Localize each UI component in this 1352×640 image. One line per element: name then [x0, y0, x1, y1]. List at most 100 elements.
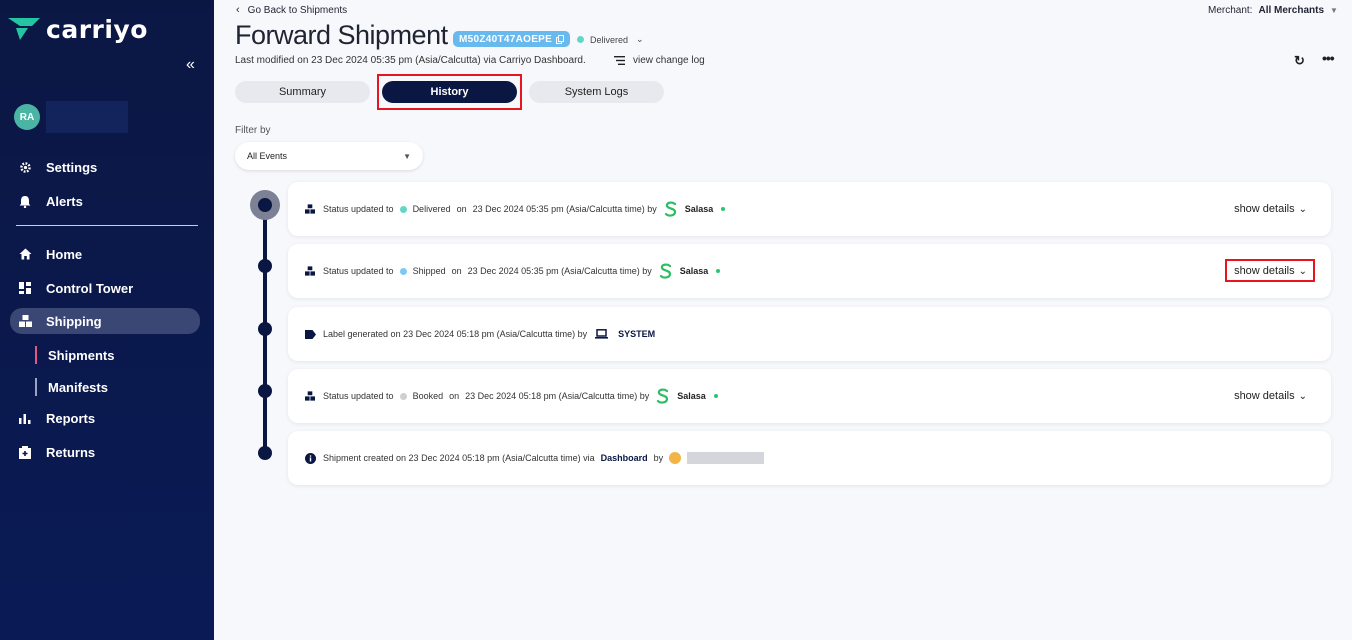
salasa-logo-icon	[663, 201, 679, 217]
timeline-dot	[258, 446, 272, 460]
user-name-redacted	[46, 101, 128, 133]
caret-down-icon: ▼	[1330, 6, 1338, 15]
event-time: 23 Dec 2024 05:35 pm (Asia/Calcutta time…	[467, 266, 652, 276]
sidebar-subitem-label: Manifests	[48, 379, 108, 395]
status-dropdown[interactable]: Delivered ⌄	[577, 34, 644, 45]
show-details-button[interactable]: show details ⌄	[1234, 203, 1307, 215]
return-box-icon	[18, 445, 32, 459]
refresh-icon[interactable]: ↻	[1294, 53, 1305, 69]
chevron-down-icon: ⌄	[1298, 203, 1307, 215]
via-dashboard-link[interactable]: Dashboard	[601, 453, 648, 463]
more-options-icon[interactable]: •••	[1322, 50, 1335, 66]
chevron-down-icon: ⌄	[1298, 390, 1307, 402]
collapse-sidebar-icon[interactable]: «	[186, 56, 195, 74]
history-event-card: Label generated on 23 Dec 2024 05:18 pm …	[288, 307, 1331, 361]
sidebar-item-home[interactable]: Home	[10, 241, 200, 267]
carrier-name: Salasa	[679, 266, 709, 276]
sidebar-item-label: Settings	[46, 159, 98, 175]
sidebar-item-alerts[interactable]: Alerts	[10, 188, 200, 214]
timeline-dot	[258, 384, 272, 398]
event-time: 23 Dec 2024 05:18 pm (Asia/Calcutta time…	[465, 391, 650, 401]
sidebar-item-returns[interactable]: Returns	[10, 439, 200, 465]
sidebar-item-label: Returns	[46, 444, 96, 460]
event-prefix: Status updated to	[323, 204, 394, 214]
timeline-dot	[258, 259, 272, 273]
back-link[interactable]: ‹ Go Back to Shipments	[236, 4, 347, 16]
back-label: Go Back to Shipments	[247, 4, 348, 16]
salasa-logo-icon	[655, 388, 671, 404]
dashboard-icon	[18, 281, 32, 295]
chevron-left-icon: ‹	[236, 4, 240, 16]
status-dot	[577, 36, 584, 43]
sidebar-item-settings[interactable]: Settings	[10, 154, 200, 180]
laptop-icon	[595, 329, 609, 339]
history-event-card: Status updated to Booked on 23 Dec 2024 …	[288, 369, 1331, 423]
event-actor: SYSTEM	[618, 329, 656, 339]
user-avatar-icon	[669, 452, 682, 464]
carriyo-logo-icon	[8, 18, 40, 40]
merchant-selector[interactable]: Merchant: All Merchants ▼	[1208, 5, 1338, 16]
event-on: on	[456, 204, 467, 214]
tab-label: Summary	[278, 86, 327, 98]
view-change-log-link[interactable]: view change log	[614, 55, 705, 66]
carrier-name: Salasa	[684, 204, 714, 214]
timeline-dot	[258, 198, 272, 212]
event-on: on	[451, 266, 462, 276]
user-name-redacted	[687, 452, 765, 464]
page-title: Forward Shipment	[235, 20, 448, 50]
filter-value: All Events	[247, 151, 288, 161]
show-details-label: show details	[1234, 203, 1295, 215]
timeline-dot	[258, 322, 272, 336]
event-by: by	[653, 453, 664, 463]
sidebar-item-label: Alerts	[46, 193, 83, 209]
sidebar-item-shipping[interactable]: Shipping	[10, 308, 200, 334]
changelog-label: view change log	[633, 55, 705, 66]
sidebar-divider	[16, 225, 198, 226]
tab-system-logs[interactable]: System Logs	[529, 81, 664, 103]
tab-label: System Logs	[564, 86, 629, 98]
user-profile[interactable]: RA	[14, 101, 128, 133]
tab-summary[interactable]: Summary	[235, 81, 370, 103]
event-prefix: Status updated to	[323, 266, 394, 276]
copy-icon[interactable]	[556, 34, 565, 44]
brand-name: carriyo	[46, 14, 148, 44]
status-dot	[399, 392, 407, 400]
event-on: on	[449, 391, 460, 401]
boxes-icon	[304, 203, 316, 215]
show-details-label: show details	[1234, 390, 1295, 402]
sidebar-subitem-manifests[interactable]: Manifests	[35, 378, 108, 396]
highlight-show-details	[1225, 259, 1315, 282]
merchant-label: Merchant:	[1208, 5, 1253, 16]
event-text: Label generated on 23 Dec 2024 05:18 pm …	[323, 329, 588, 339]
carriyo-logo[interactable]: carriyo	[6, 14, 148, 44]
show-details-button[interactable]: show details ⌄	[1234, 390, 1307, 402]
sidebar-subitem-shipments[interactable]: Shipments	[35, 346, 114, 364]
boxes-icon	[18, 314, 32, 328]
carrier-name: Salasa	[677, 391, 706, 401]
boxes-icon	[304, 265, 316, 277]
event-time: 23 Dec 2024 05:35 pm (Asia/Calcutta time…	[472, 204, 657, 214]
sidebar-item-label: Control Tower	[46, 280, 134, 296]
history-event-card: Status updated to Delivered on 23 Dec 20…	[288, 182, 1331, 236]
sidebar-item-label: Reports	[46, 410, 96, 426]
highlight-history-tab	[377, 74, 522, 110]
carrier-status-dot	[721, 207, 726, 211]
status-dot	[399, 267, 407, 275]
status-dot	[399, 205, 407, 213]
list-icon	[614, 56, 625, 65]
awb-badge[interactable]: M50Z40T47AOEPE	[453, 31, 571, 47]
event-status: Delivered	[412, 204, 451, 214]
home-icon	[18, 247, 32, 261]
event-prefix: Status updated to	[323, 391, 394, 401]
bell-icon	[18, 194, 32, 208]
sidebar-item-reports[interactable]: Reports	[10, 405, 200, 431]
sidebar-item-control-tower[interactable]: Control Tower	[10, 275, 200, 301]
merchant-value: All Merchants	[1258, 5, 1325, 16]
last-modified-text: Last modified on 23 Dec 2024 05:35 pm (A…	[235, 55, 586, 66]
event-filter-select[interactable]: All Events ▼	[235, 142, 423, 170]
boxes-icon	[304, 390, 316, 402]
filter-label: Filter by	[235, 125, 271, 136]
label-tag-icon	[304, 328, 316, 340]
sidebar: carriyo « RA Settings Alerts Home Contro…	[0, 0, 214, 640]
gear-icon	[18, 160, 32, 174]
